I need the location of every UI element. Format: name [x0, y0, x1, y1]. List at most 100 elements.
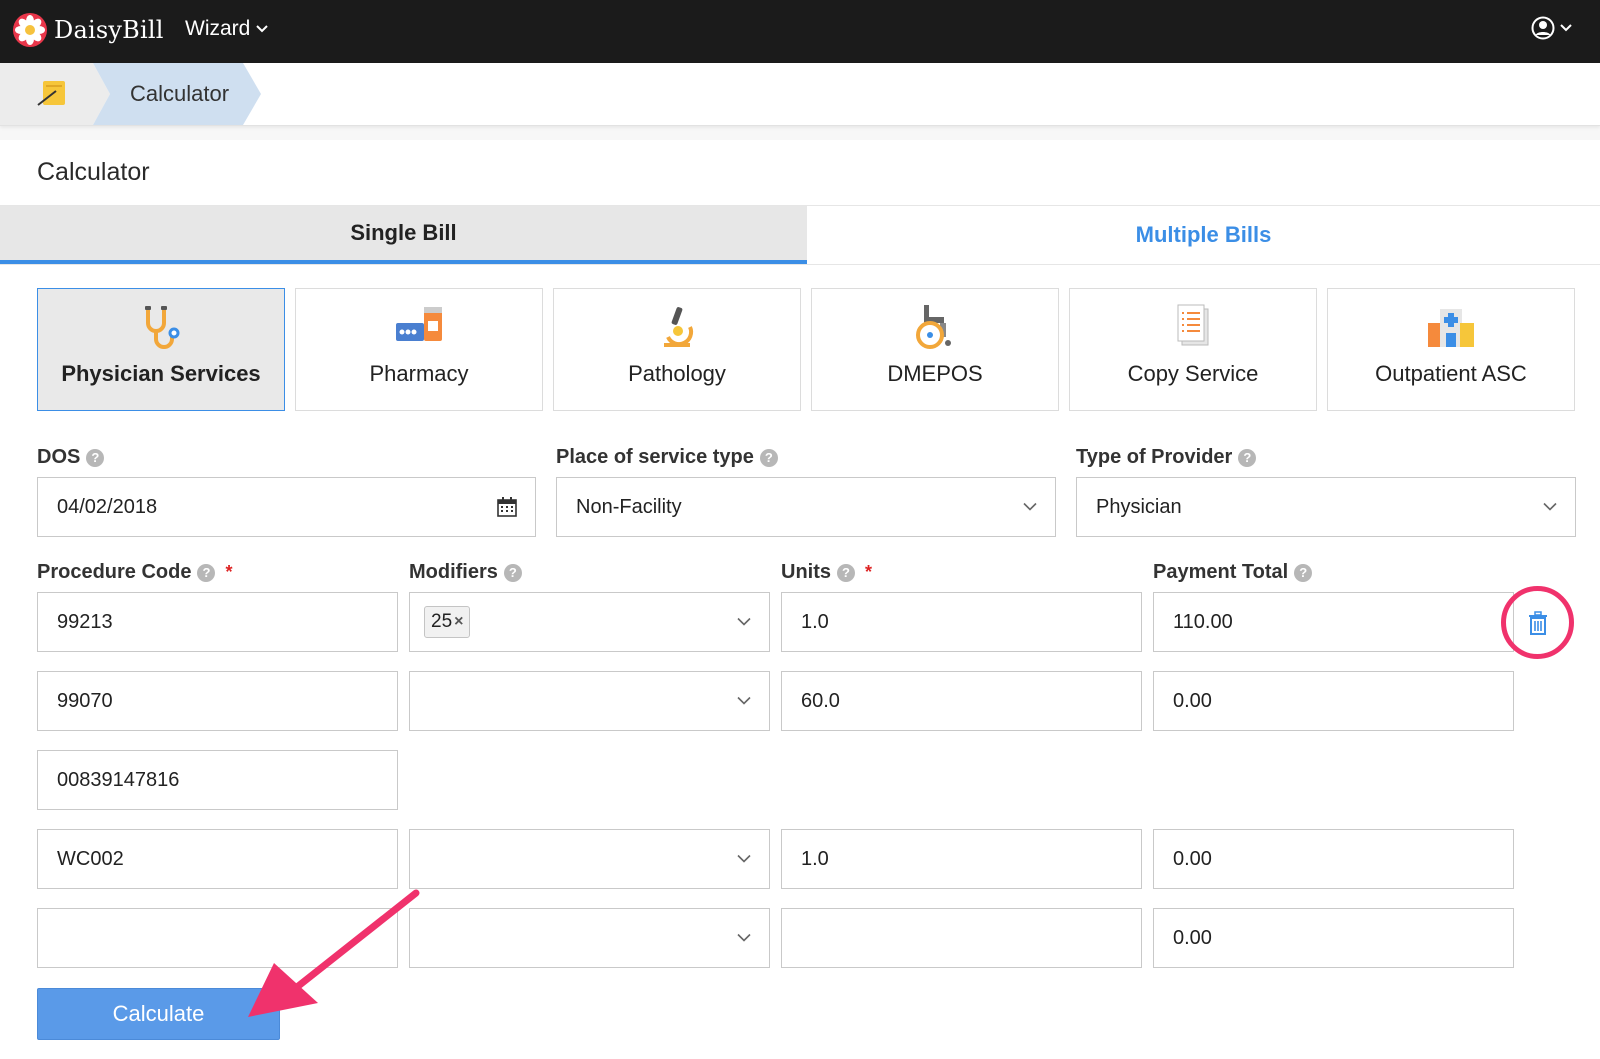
remove-modifier-icon[interactable]: ×	[454, 613, 463, 631]
modifier-chip[interactable]: 25 ×	[424, 606, 471, 638]
units-input[interactable]: 1.0	[781, 829, 1142, 889]
payment-total-value: 0.00	[1173, 926, 1212, 949]
procedure-code-label: Procedure Code? *	[37, 561, 233, 584]
payment-total-field[interactable]: 0.00	[1153, 829, 1514, 889]
payment-total-value: 0.00	[1173, 689, 1212, 712]
units-label: Units? *	[781, 561, 872, 584]
tab-multiple-bills[interactable]: Multiple Bills	[807, 206, 1600, 264]
help-icon[interactable]: ?	[86, 448, 105, 467]
units-value: 1.0	[801, 847, 829, 870]
place-of-service-value: Non-Facility	[576, 495, 682, 518]
service-card-label: DMEPOS	[887, 361, 983, 386]
procedure-code-input[interactable]: 00839147816	[37, 750, 398, 810]
help-icon[interactable]: ?	[503, 563, 522, 582]
brand-name: DaisyBill	[54, 16, 164, 44]
service-card-dmepos[interactable]: DMEPOS	[811, 288, 1059, 411]
procedure-code-input[interactable]: WC002	[37, 829, 398, 889]
units-input[interactable]: 60.0	[781, 671, 1142, 731]
place-of-service-label: Place of service type?	[556, 446, 778, 469]
service-card-label: Outpatient ASC	[1375, 361, 1527, 386]
units-value: 1.0	[801, 610, 829, 633]
payment-total-field[interactable]: 0.00	[1153, 671, 1514, 731]
stethoscope-icon	[145, 306, 180, 349]
chevron-down-icon	[737, 854, 751, 863]
modifiers-select[interactable]	[409, 671, 770, 731]
help-icon[interactable]: ?	[1238, 448, 1257, 467]
modifiers-select[interactable]: 25 ×	[409, 592, 770, 652]
procedure-code-value: 00839147816	[57, 768, 180, 791]
tab-bar: Single Bill Multiple Bills	[0, 205, 1600, 265]
help-icon[interactable]: ?	[759, 448, 778, 467]
microscope-icon	[664, 307, 694, 347]
page-title: Calculator	[37, 158, 150, 186]
provider-type-label-text: Type of Provider	[1076, 446, 1233, 468]
place-of-service-label-text: Place of service type	[556, 446, 754, 468]
service-card-physician[interactable]: Physician Services	[37, 288, 285, 411]
dos-label-text: DOS	[37, 446, 81, 468]
units-input[interactable]: 1.0	[781, 592, 1142, 652]
service-card-label: Copy Service	[1127, 361, 1259, 386]
provider-type-select[interactable]: Physician	[1076, 477, 1576, 537]
trash-icon	[1528, 610, 1547, 635]
breadcrumb: Calculator	[0, 63, 1600, 126]
hospital-icon	[1428, 309, 1474, 347]
units-input[interactable]	[781, 908, 1142, 968]
procedure-code-value: 99213	[57, 610, 113, 633]
help-icon[interactable]: ?	[837, 563, 855, 582]
payment-total-label: Payment Total?	[1153, 561, 1313, 584]
modifiers-select[interactable]	[409, 829, 770, 889]
chevron-down-icon	[1560, 24, 1572, 32]
chevron-down-icon	[256, 25, 269, 33]
dos-field[interactable]: 04/02/2018	[37, 477, 536, 537]
user-account-icon	[1531, 16, 1555, 40]
provider-type-value: Physician	[1096, 495, 1182, 518]
dos-value: 04/02/2018	[57, 495, 158, 518]
service-card-label: Physician Services	[61, 361, 261, 386]
chevron-down-icon	[1023, 502, 1037, 511]
chevron-down-icon	[737, 696, 751, 705]
modifiers-label: Modifiers?	[409, 561, 522, 584]
units-value: 60.0	[801, 689, 840, 712]
service-card-label: Pharmacy	[369, 361, 469, 386]
help-icon[interactable]: ?	[197, 563, 216, 582]
breadcrumb-current[interactable]: Calculator	[130, 81, 229, 107]
brand-logo[interactable]: DaisyBill	[12, 12, 164, 48]
service-card-pharmacy[interactable]: Pharmacy	[295, 288, 543, 411]
modifiers-select[interactable]	[409, 908, 770, 968]
payment-total-value: 110.00	[1173, 610, 1233, 633]
service-card-label: Pathology	[628, 361, 726, 386]
chevron-down-icon	[1543, 502, 1557, 511]
required-marker: *	[225, 562, 233, 582]
procedure-code-value: 99070	[57, 689, 113, 712]
required-marker: *	[865, 562, 873, 582]
document-icon	[1177, 304, 1209, 346]
delete-row-button[interactable]	[1501, 586, 1574, 659]
modifier-chip-label: 25	[431, 611, 453, 632]
chevron-down-icon	[737, 933, 751, 942]
service-card-copy-service[interactable]: Copy Service	[1069, 288, 1317, 411]
chevron-down-icon	[737, 617, 751, 626]
help-icon[interactable]: ?	[1294, 563, 1313, 582]
wizard-menu[interactable]: Wizard	[185, 17, 269, 41]
payment-total-field[interactable]: 0.00	[1153, 908, 1514, 968]
service-card-outpatient-asc[interactable]: Outpatient ASC	[1327, 288, 1575, 411]
procedure-code-input[interactable]: 99213	[37, 592, 398, 652]
units-label-text: Units	[781, 561, 831, 583]
tab-single-bill[interactable]: Single Bill	[0, 206, 807, 264]
procedure-code-input[interactable]: 99070	[37, 671, 398, 731]
payment-total-label-text: Payment Total	[1153, 561, 1289, 583]
procedure-code-input[interactable]	[37, 908, 398, 968]
calculate-button[interactable]: Calculate	[37, 988, 280, 1040]
procedure-code-value: WC002	[57, 847, 124, 870]
payment-total-field[interactable]: 110.00	[1153, 592, 1514, 652]
wheelchair-icon	[916, 305, 951, 349]
payment-total-value: 0.00	[1173, 847, 1212, 870]
top-navbar: DaisyBill Wizard	[0, 0, 1600, 63]
service-card-pathology[interactable]: Pathology	[553, 288, 801, 411]
modifiers-label-text: Modifiers	[409, 561, 498, 583]
place-of-service-select[interactable]: Non-Facility	[556, 477, 1056, 537]
procedure-code-label-text: Procedure Code	[37, 561, 192, 583]
user-menu[interactable]	[1531, 16, 1572, 40]
pills-icon	[396, 307, 442, 341]
calendar-icon[interactable]	[497, 497, 517, 517]
